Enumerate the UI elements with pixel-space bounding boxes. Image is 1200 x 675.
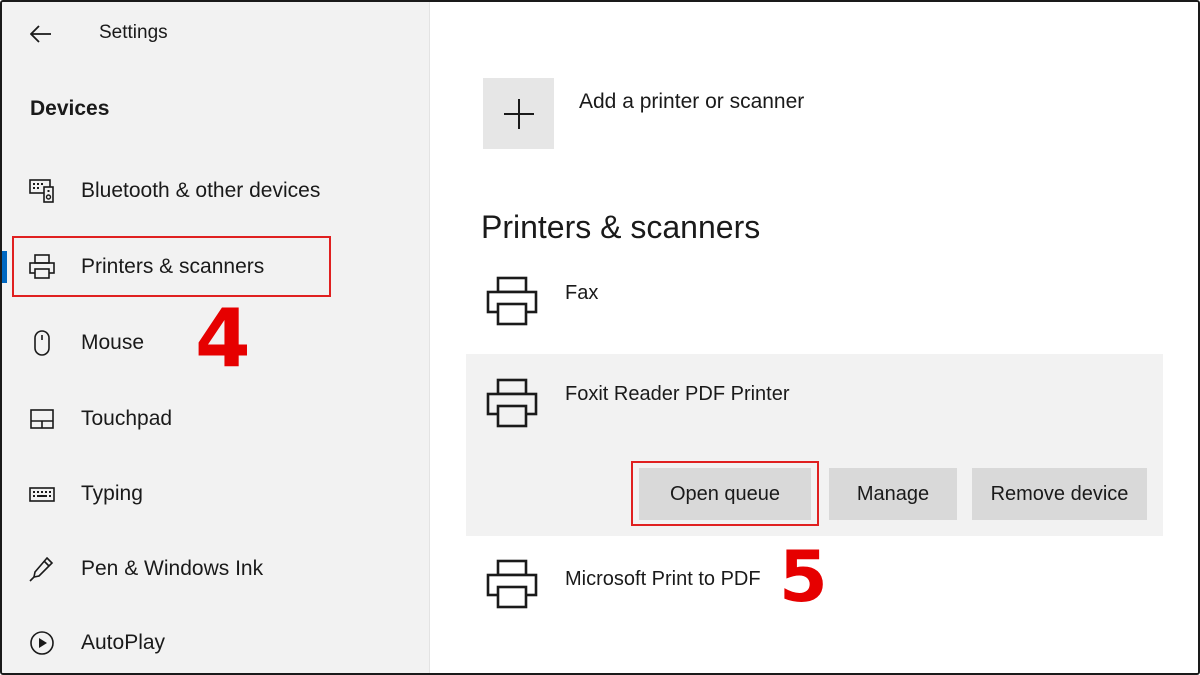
selection-indicator [2,251,7,283]
sidebar-item-touchpad[interactable]: Touchpad [2,389,428,449]
highlight-box-open-queue [631,461,819,526]
app-title: Settings [99,22,168,43]
sidebar-item-label: Touchpad [81,407,173,430]
back-button[interactable] [24,20,58,48]
settings-window: Settings Devices Bluetooth & other devic… [0,0,1200,675]
remove-device-button[interactable]: Remove device [972,468,1147,520]
manage-button[interactable]: Manage [829,468,957,520]
sidebar-item-autoplay[interactable]: AutoPlay [2,613,428,673]
printer-item-fax[interactable]: Fax [466,264,1163,344]
printer-name: Microsoft Print to PDF [565,568,761,590]
printer-icon [486,276,538,326]
step-number-5: 5 [779,536,828,618]
sidebar-item-label: Bluetooth & other devices [81,179,321,202]
add-printer-label[interactable]: Add a printer or scanner [579,90,804,114]
main-content: Add a printer or scanner Printers & scan… [430,2,1198,673]
sidebar-item-label: Typing [81,482,143,505]
step-number-4: 4 [195,292,251,385]
printer-name: Foxit Reader PDF Printer [565,383,790,405]
printer-name: Fax [565,282,599,304]
plus-icon [503,98,534,129]
page-heading: Printers & scanners [481,209,761,245]
printer-icon [486,378,538,428]
sidebar-item-label: AutoPlay [81,631,166,654]
touchpad-icon [26,403,58,435]
back-arrow-icon [30,25,51,43]
bluetooth-devices-icon [26,175,58,207]
keyboard-icon [26,478,58,510]
mouse-icon [26,327,58,359]
autoplay-icon [26,627,58,659]
highlight-box-printers [12,236,331,297]
sidebar-item-bluetooth[interactable]: Bluetooth & other devices [2,161,428,221]
printer-icon [486,559,538,609]
section-title: Devices [30,97,110,120]
sidebar-item-label: Pen & Windows Ink [81,557,264,580]
sidebar-item-label: Mouse [81,331,145,354]
sidebar-item-pen[interactable]: Pen & Windows Ink [2,539,428,599]
sidebar: Settings Devices Bluetooth & other devic… [2,2,430,673]
pen-icon [26,553,58,585]
add-printer-button[interactable] [483,78,554,149]
sidebar-item-typing[interactable]: Typing [2,464,428,524]
